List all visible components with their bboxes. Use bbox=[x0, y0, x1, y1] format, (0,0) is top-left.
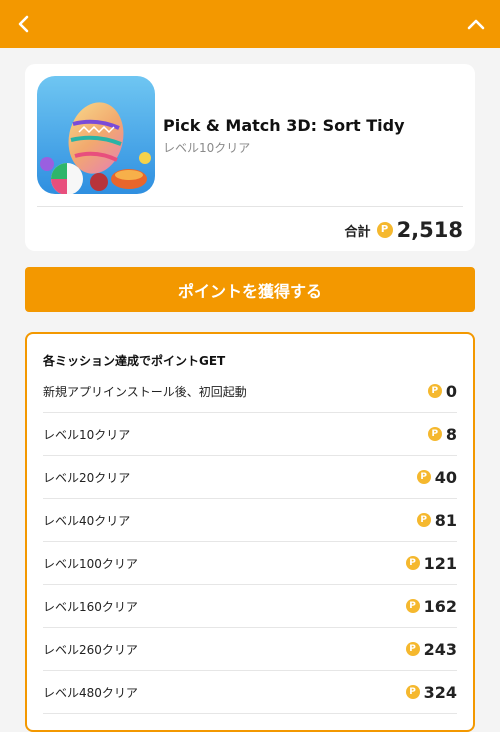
mission-points: P 81 bbox=[416, 510, 457, 530]
mission-label: 新規アプリインストール後、初回起動 bbox=[43, 384, 247, 399]
mission-points: P 121 bbox=[405, 553, 457, 573]
point-coin-icon: P bbox=[416, 470, 431, 484]
mission-row: レベル160クリア P 162 bbox=[43, 585, 457, 628]
mission-points: P 162 bbox=[405, 596, 457, 616]
mission-row: 新規アプリインストール後、初回起動 P 0 bbox=[43, 370, 457, 413]
mission-point-value: 121 bbox=[423, 553, 457, 573]
app-card: Pick & Match 3D: Sort Tidy レベル10クリア 合計 P… bbox=[25, 64, 475, 251]
point-coin-icon: P bbox=[405, 556, 420, 570]
mission-point-value: 324 bbox=[423, 682, 457, 702]
mission-point-value: 243 bbox=[423, 639, 457, 659]
point-coin-icon: P bbox=[405, 685, 420, 699]
chevron-left-icon bbox=[18, 15, 29, 33]
mission-row: レベル10クリア P 8 bbox=[43, 413, 457, 456]
mission-point-value: 162 bbox=[423, 596, 457, 616]
point-coin-icon: P bbox=[416, 513, 431, 527]
mission-label: レベル20クリア bbox=[43, 470, 131, 485]
mission-point-value: 8 bbox=[445, 424, 457, 444]
top-bar bbox=[0, 0, 500, 48]
mission-point-value: 81 bbox=[434, 510, 457, 530]
egg-game-app-icon[interactable] bbox=[37, 76, 155, 194]
divider bbox=[37, 206, 463, 207]
point-coin-icon: P bbox=[427, 427, 442, 441]
point-coin-icon: P bbox=[376, 222, 393, 238]
point-coin-icon: P bbox=[405, 599, 420, 613]
mission-points: P 8 bbox=[427, 424, 457, 444]
mission-label: レベル100クリア bbox=[43, 556, 138, 571]
mission-row: レベル260クリア P 243 bbox=[43, 628, 457, 671]
mission-row: レベル20クリア P 40 bbox=[43, 456, 457, 499]
get-points-button[interactable]: ポイントを獲得する bbox=[25, 267, 475, 312]
mission-label: レベル10クリア bbox=[43, 427, 131, 442]
app-subtitle: レベル10クリア bbox=[163, 141, 251, 155]
mission-label: レベル260クリア bbox=[43, 642, 138, 657]
total-label: 合計 bbox=[344, 224, 371, 240]
missions-panel: 各ミッション達成でポイントGET 新規アプリインストール後、初回起動 P 0 レ… bbox=[25, 332, 475, 732]
total-value: 2,518 bbox=[396, 218, 463, 242]
app-title: Pick & Match 3D: Sort Tidy bbox=[163, 116, 405, 135]
point-coin-icon: P bbox=[405, 642, 420, 656]
total-points: 合計 P 2,518 bbox=[345, 215, 463, 245]
mission-points: P 0 bbox=[427, 381, 457, 401]
mission-list: 新規アプリインストール後、初回起動 P 0 レベル10クリア P 8 レベル20… bbox=[43, 370, 457, 714]
mission-points: P 324 bbox=[405, 682, 457, 702]
mission-row: レベル40クリア P 81 bbox=[43, 499, 457, 542]
collapse-button[interactable] bbox=[452, 0, 500, 48]
mission-label: レベル40クリア bbox=[43, 513, 131, 528]
mission-row: レベル480クリア P 324 bbox=[43, 671, 457, 714]
missions-heading: 各ミッション達成でポイントGET bbox=[43, 354, 226, 368]
mission-row: レベル100クリア P 121 bbox=[43, 542, 457, 585]
back-button[interactable] bbox=[0, 0, 48, 48]
mission-points: P 243 bbox=[405, 639, 457, 659]
mission-point-value: 0 bbox=[445, 381, 457, 401]
point-coin-icon: P bbox=[427, 384, 442, 398]
mission-points: P 40 bbox=[416, 467, 457, 487]
mission-label: レベル160クリア bbox=[43, 599, 138, 614]
chevron-up-icon bbox=[467, 19, 485, 30]
mission-point-value: 40 bbox=[434, 467, 457, 487]
mission-label: レベル480クリア bbox=[43, 685, 138, 700]
